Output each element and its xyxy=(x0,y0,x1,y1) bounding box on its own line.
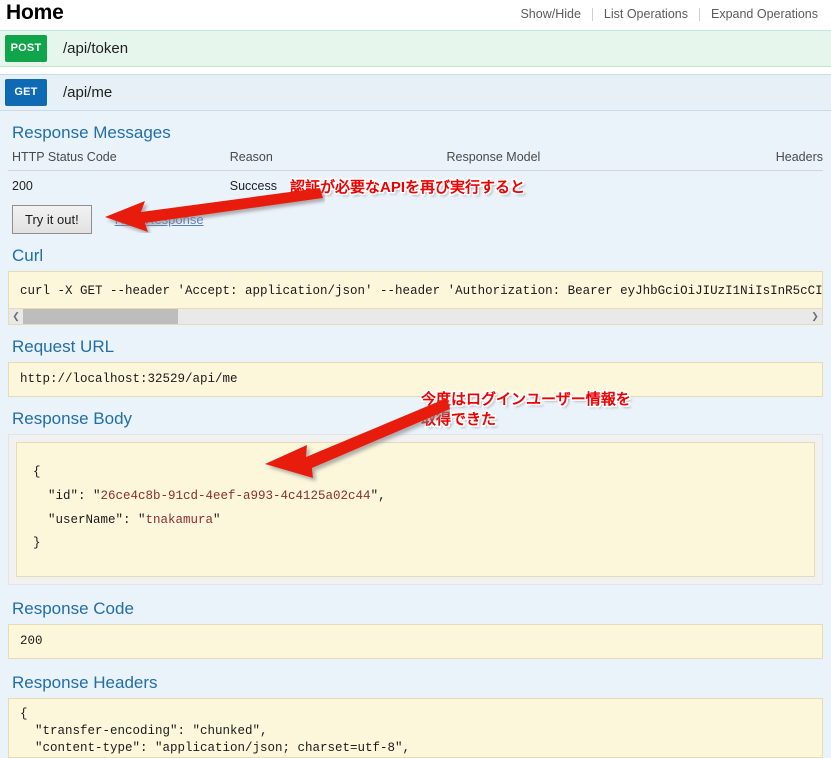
cell-reason: Success xyxy=(229,179,277,193)
scroll-left-icon[interactable]: ❮ xyxy=(9,311,23,322)
response-messages-table: HTTP Status Code Reason Response Model H… xyxy=(8,148,823,197)
curl-command: curl -X GET --header 'Accept: applicatio… xyxy=(9,272,822,309)
scrollbar-thumb[interactable] xyxy=(23,309,178,325)
cell-headers xyxy=(772,171,823,198)
api-header: Home Show/Hide List Operations Expand Op… xyxy=(0,0,831,30)
table-header-row: HTTP Status Code Reason Response Model H… xyxy=(8,148,823,171)
scroll-right-icon[interactable]: ❯ xyxy=(808,311,822,322)
json-line-username: "userName": "tnakamura" xyxy=(33,512,221,527)
response-headers-value: { "transfer-encoding": "chunked", "conte… xyxy=(8,698,823,758)
response-body-heading: Response Body xyxy=(12,409,133,429)
endpoint-path-api-me[interactable]: /api/me xyxy=(63,84,112,101)
endpoint-gap xyxy=(0,67,831,74)
cell-status-code: 200 xyxy=(12,179,33,193)
page-title: Home xyxy=(6,1,64,24)
hide-response-link[interactable]: Hide Response xyxy=(115,212,204,227)
column-header-response-model: Response Model xyxy=(442,148,772,171)
method-badge-get: GET xyxy=(5,79,47,106)
column-header-status-code: HTTP Status Code xyxy=(8,148,226,171)
curl-panel: curl -X GET --header 'Accept: applicatio… xyxy=(8,271,823,326)
show-hide-link[interactable]: Show/Hide xyxy=(509,7,591,21)
list-operations-link[interactable]: List Operations xyxy=(593,7,699,21)
endpoint-row-post-api-token[interactable]: POST /api/token xyxy=(0,30,831,67)
endpoint-path-api-token[interactable]: /api/token xyxy=(63,40,128,57)
response-body-panel: { "id": "26ce4c8b-91cd-4eef-a993-4c4125a… xyxy=(8,434,823,586)
json-line-open: { xyxy=(33,465,41,480)
response-messages-heading: Response Messages xyxy=(12,123,171,142)
response-code-value: 200 xyxy=(8,624,823,660)
json-value-username: tnakamura xyxy=(145,512,214,527)
endpoint-row-get-api-me[interactable]: GET /api/me xyxy=(0,74,831,111)
json-line-id: "id": "26ce4c8b-91cd-4eef-a993-4c4125a02… xyxy=(33,488,386,503)
response-headers-heading: Response Headers xyxy=(12,673,158,693)
column-header-headers: Headers xyxy=(771,148,823,171)
operations-links: Show/Hide List Operations Expand Operati… xyxy=(509,7,829,21)
action-row: Try it out! Hide Response xyxy=(12,205,823,234)
curl-heading: Curl xyxy=(12,246,44,265)
response-code-heading: Response Code xyxy=(12,599,134,619)
scrollbar-track[interactable] xyxy=(23,309,808,325)
json-line-close: } xyxy=(33,536,41,551)
cell-response-model xyxy=(443,171,772,198)
response-body-json: { "id": "26ce4c8b-91cd-4eef-a993-4c4125a… xyxy=(16,442,815,578)
expand-operations-link[interactable]: Expand Operations xyxy=(700,7,829,21)
operation-detail-panel: Response Messages HTTP Status Code Reaso… xyxy=(0,123,831,758)
json-value-id: 26ce4c8b-91cd-4eef-a993-4c4125a02c44 xyxy=(100,488,371,503)
request-url-heading: Request URL xyxy=(12,337,115,357)
table-row: 200 Success xyxy=(8,171,823,198)
method-badge-post: POST xyxy=(5,35,47,62)
column-header-reason: Reason xyxy=(225,148,443,171)
request-url-value: http://localhost:32529/api/me xyxy=(8,362,823,398)
try-it-out-button[interactable]: Try it out! xyxy=(12,205,92,234)
curl-horizontal-scrollbar[interactable]: ❮ ❯ xyxy=(9,308,822,325)
